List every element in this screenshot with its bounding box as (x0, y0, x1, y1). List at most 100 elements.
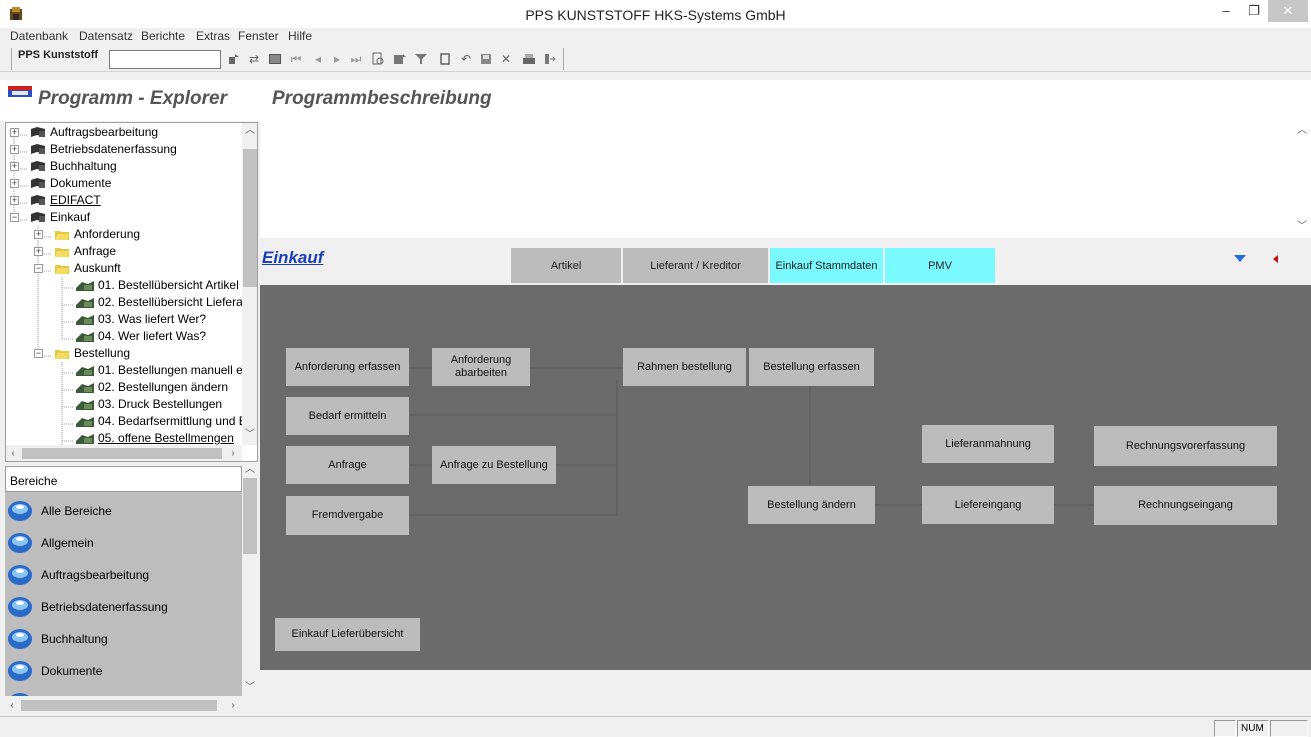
node-bestellung-aendern[interactable]: Bestellung ändern (748, 486, 875, 524)
filter-icon[interactable] (393, 52, 407, 66)
tree-node-buchhaltung[interactable]: + Buchhaltung (6, 158, 242, 175)
scroll-down-icon[interactable]: ﹀ (244, 682, 256, 694)
node-anfrage-zu-bestellung[interactable]: Anfrage zu Bestellung (432, 446, 556, 484)
bereich-alle-bereiche[interactable]: Alle Bereiche (5, 496, 242, 526)
program-tree[interactable]: + Auftragsbearbeitung + Betriebsdatenerf… (5, 122, 258, 462)
new-record-icon[interactable] (227, 52, 241, 66)
node-rechnungseingang[interactable]: Rechnungseingang (1094, 486, 1277, 525)
tree-node-einkauf[interactable]: − Einkauf (6, 209, 242, 226)
scroll-thumb[interactable] (21, 700, 217, 711)
tab-einkauf-stammdaten[interactable]: Einkauf Stammdaten (770, 248, 883, 283)
scroll-right-icon[interactable]: › (228, 448, 238, 460)
menu-extras[interactable]: Extras (196, 29, 230, 43)
tree-node-bestelluebersicht-artikel[interactable]: 01. Bestellübersicht Artikel (6, 277, 242, 294)
tab-artikel[interactable]: Artikel (511, 248, 621, 283)
bereiche-horizontal-scrollbar[interactable]: ‹ › (5, 697, 242, 714)
delete-icon[interactable]: ✕ (499, 52, 513, 66)
nav-down-icon[interactable] (1233, 253, 1247, 263)
tree-node-anfrage[interactable]: + Anfrage (6, 243, 242, 260)
expand-icon[interactable]: + (34, 247, 43, 256)
minimize-button[interactable]: – (1212, 0, 1240, 22)
tree-vertical-scrollbar[interactable]: ︿ ﹀ (242, 123, 257, 445)
tree-node-bestellungen-aendern[interactable]: 02. Bestellungen ändern (6, 379, 242, 396)
org-input[interactable] (109, 50, 221, 69)
bereich-auftragsbearbeitung[interactable]: Auftragsbearbeitung (5, 560, 242, 590)
next-record-icon[interactable]: ▸ (330, 52, 344, 66)
bereiche-vertical-scrollbar[interactable]: ︿ ﹀ (242, 462, 258, 696)
tree-node-druck-bestellungen[interactable]: 03. Druck Bestellungen (6, 396, 242, 413)
prev-record-icon[interactable]: ◂ (311, 52, 325, 66)
last-record-icon[interactable]: ⏭ (349, 52, 363, 66)
scroll-up-icon[interactable]: ︿ (1296, 125, 1308, 137)
expand-icon[interactable]: + (10, 179, 19, 188)
node-bestellung-erfassen[interactable]: Bestellung erfassen (749, 348, 874, 386)
expand-icon[interactable]: + (10, 162, 19, 171)
expand-icon[interactable]: + (10, 145, 19, 154)
tree-horizontal-scrollbar[interactable]: ‹ › (6, 445, 242, 461)
tree-node-anforderung[interactable]: + Anforderung (6, 226, 242, 243)
search-icon[interactable] (371, 52, 385, 66)
node-lieferanmahnung[interactable]: Lieferanmahnung (922, 425, 1054, 463)
refresh-icon[interactable]: ⇄ (247, 52, 261, 66)
expand-icon[interactable]: + (34, 230, 43, 239)
scroll-thumb[interactable] (243, 478, 257, 554)
node-einkauf-lieferuebersicht[interactable]: Einkauf Lieferübersicht (275, 618, 420, 651)
tree-node-dokumente[interactable]: + Dokumente (6, 175, 242, 192)
menu-datensatz[interactable]: Datensatz (79, 29, 133, 43)
node-anforderung-erfassen[interactable]: Anforderung erfassen (286, 348, 409, 386)
tree-node-was-liefert-wer[interactable]: 03. Was liefert Wer? (6, 311, 242, 328)
scroll-thumb[interactable] (243, 149, 257, 287)
bereiche-list[interactable]: Alle Bereiche Allgemein Auftragsbearbeit… (5, 492, 242, 696)
menu-datenbank[interactable]: Datenbank (10, 29, 68, 43)
tree-node-bestelluebersicht-lieferant[interactable]: 02. Bestellübersicht Liefera (6, 294, 243, 311)
node-anfrage[interactable]: Anfrage (286, 446, 409, 484)
scroll-down-icon[interactable]: ﹀ (244, 429, 256, 441)
filter-funnel-icon[interactable] (414, 52, 428, 66)
node-rahmen-bestellung[interactable]: Rahmen bestellung (623, 348, 746, 386)
expand-icon[interactable]: + (10, 128, 19, 137)
bereich-allgemein[interactable]: Allgemein (5, 528, 242, 558)
node-bedarf-ermitteln[interactable]: Bedarf ermitteln (286, 397, 409, 435)
scroll-down-icon[interactable]: ﹀ (1296, 221, 1308, 233)
scroll-up-icon[interactable]: ︿ (244, 125, 256, 137)
scroll-thumb[interactable] (22, 448, 222, 459)
node-liefereingang[interactable]: Liefereingang (922, 486, 1054, 524)
scroll-left-icon[interactable]: ‹ (8, 448, 18, 460)
tree-node-bestellungen-manuell[interactable]: 01. Bestellungen manuell e (6, 362, 243, 379)
node-anforderung-abarbeiten[interactable]: Anforderung abarbeiten (432, 348, 530, 386)
collapse-icon[interactable]: − (10, 213, 19, 222)
scroll-right-icon[interactable]: › (228, 700, 238, 712)
maximize-button[interactable]: ❐ (1240, 0, 1268, 22)
undo-icon[interactable]: ↶ (459, 52, 473, 66)
expand-icon[interactable]: + (10, 196, 19, 205)
tree-node-auftragsbearbeitung[interactable]: + Auftragsbearbeitung (6, 124, 242, 141)
collapse-icon[interactable]: − (34, 264, 43, 273)
bereich-betriebsdatenerfassung[interactable]: Betriebsdatenerfassung (5, 592, 242, 622)
first-record-icon[interactable]: ⏮ (289, 52, 303, 66)
tree-node-edifact[interactable]: + EDIFACT (6, 192, 242, 209)
tab-lieferant-kreditor[interactable]: Lieferant / Kreditor (623, 248, 768, 283)
print-icon[interactable] (522, 52, 536, 66)
tree-node-bestellung[interactable]: − Bestellung (6, 345, 242, 362)
menu-fenster[interactable]: Fenster (238, 29, 279, 43)
close-button[interactable]: ✕ (1268, 0, 1308, 22)
page-icon[interactable] (438, 52, 452, 66)
save-icon[interactable] (479, 52, 493, 66)
node-rechnungsvorerfassung[interactable]: Rechnungsvorerfassung (1094, 426, 1277, 466)
tree-node-betriebsdatenerfassung[interactable]: + Betriebsdatenerfassung (6, 141, 242, 158)
menu-hilfe[interactable]: Hilfe (288, 29, 312, 43)
nav-back-icon[interactable] (1270, 253, 1280, 265)
tree-node-bedarfsermittlung[interactable]: 04. Bedarfsermittlung und E (6, 413, 247, 430)
table-icon[interactable] (268, 52, 282, 66)
bereich-dokumente[interactable]: Dokumente (5, 656, 242, 686)
exit-icon[interactable] (543, 52, 557, 66)
einkauf-link[interactable]: Einkauf (262, 248, 323, 268)
scroll-left-icon[interactable]: ‹ (7, 700, 17, 712)
tree-node-wer-liefert-was[interactable]: 04. Wer liefert Was? (6, 328, 242, 345)
bereich-more[interactable] (5, 688, 242, 696)
tab-pmv[interactable]: PMV (885, 248, 995, 283)
scroll-up-icon[interactable]: ︿ (244, 464, 256, 476)
node-fremdvergabe[interactable]: Fremdvergabe (286, 496, 409, 535)
tree-node-auskunft[interactable]: − Auskunft (6, 260, 242, 277)
collapse-icon[interactable]: − (34, 349, 43, 358)
